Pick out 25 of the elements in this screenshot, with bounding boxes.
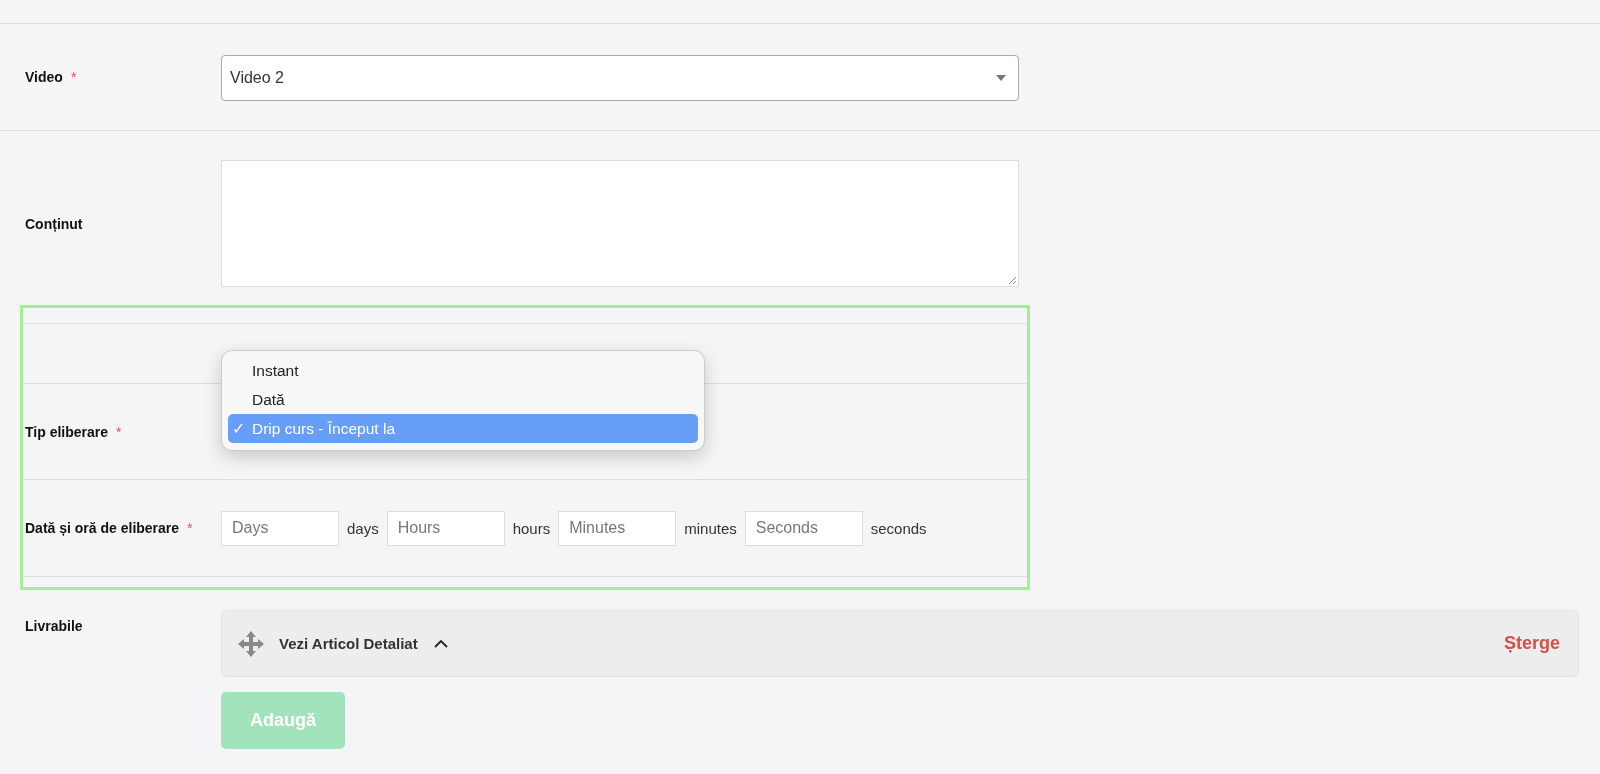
unit-label: days [347, 519, 379, 537]
dropdown-option[interactable]: Instant [228, 356, 698, 385]
dropdown-option[interactable]: Dată [228, 385, 698, 414]
chevron-up-icon[interactable] [433, 639, 448, 648]
field-label: Livrabile [25, 618, 83, 634]
unit-label: hours [512, 519, 551, 537]
deliverable-title: Vezi Articol Detaliat [279, 635, 418, 652]
field-label: Dată și oră de eliberare [25, 520, 180, 536]
field-label: Tip eliberare [25, 423, 108, 440]
required-asterisk: * [70, 69, 77, 85]
input-field[interactable]: Hours [386, 510, 505, 546]
field-label: Conținut [25, 215, 83, 232]
input-field[interactable]: Days [221, 510, 339, 546]
required-asterisk: * [116, 423, 122, 440]
dropdown-arrow-icon [996, 75, 1006, 81]
required-asterisk: * [187, 520, 193, 536]
move-icon[interactable] [237, 629, 265, 658]
input-field[interactable]: Minutes [558, 510, 677, 546]
delete-link[interactable]: Șterge [1503, 633, 1560, 654]
input-field[interactable]: Seconds [744, 510, 863, 546]
resize-grip-icon [1008, 276, 1016, 284]
unit-label: seconds [870, 519, 927, 537]
video-select[interactable]: Video 2 [221, 55, 1019, 101]
unit-label: minutes [684, 519, 737, 537]
field-label: Video [25, 69, 63, 85]
